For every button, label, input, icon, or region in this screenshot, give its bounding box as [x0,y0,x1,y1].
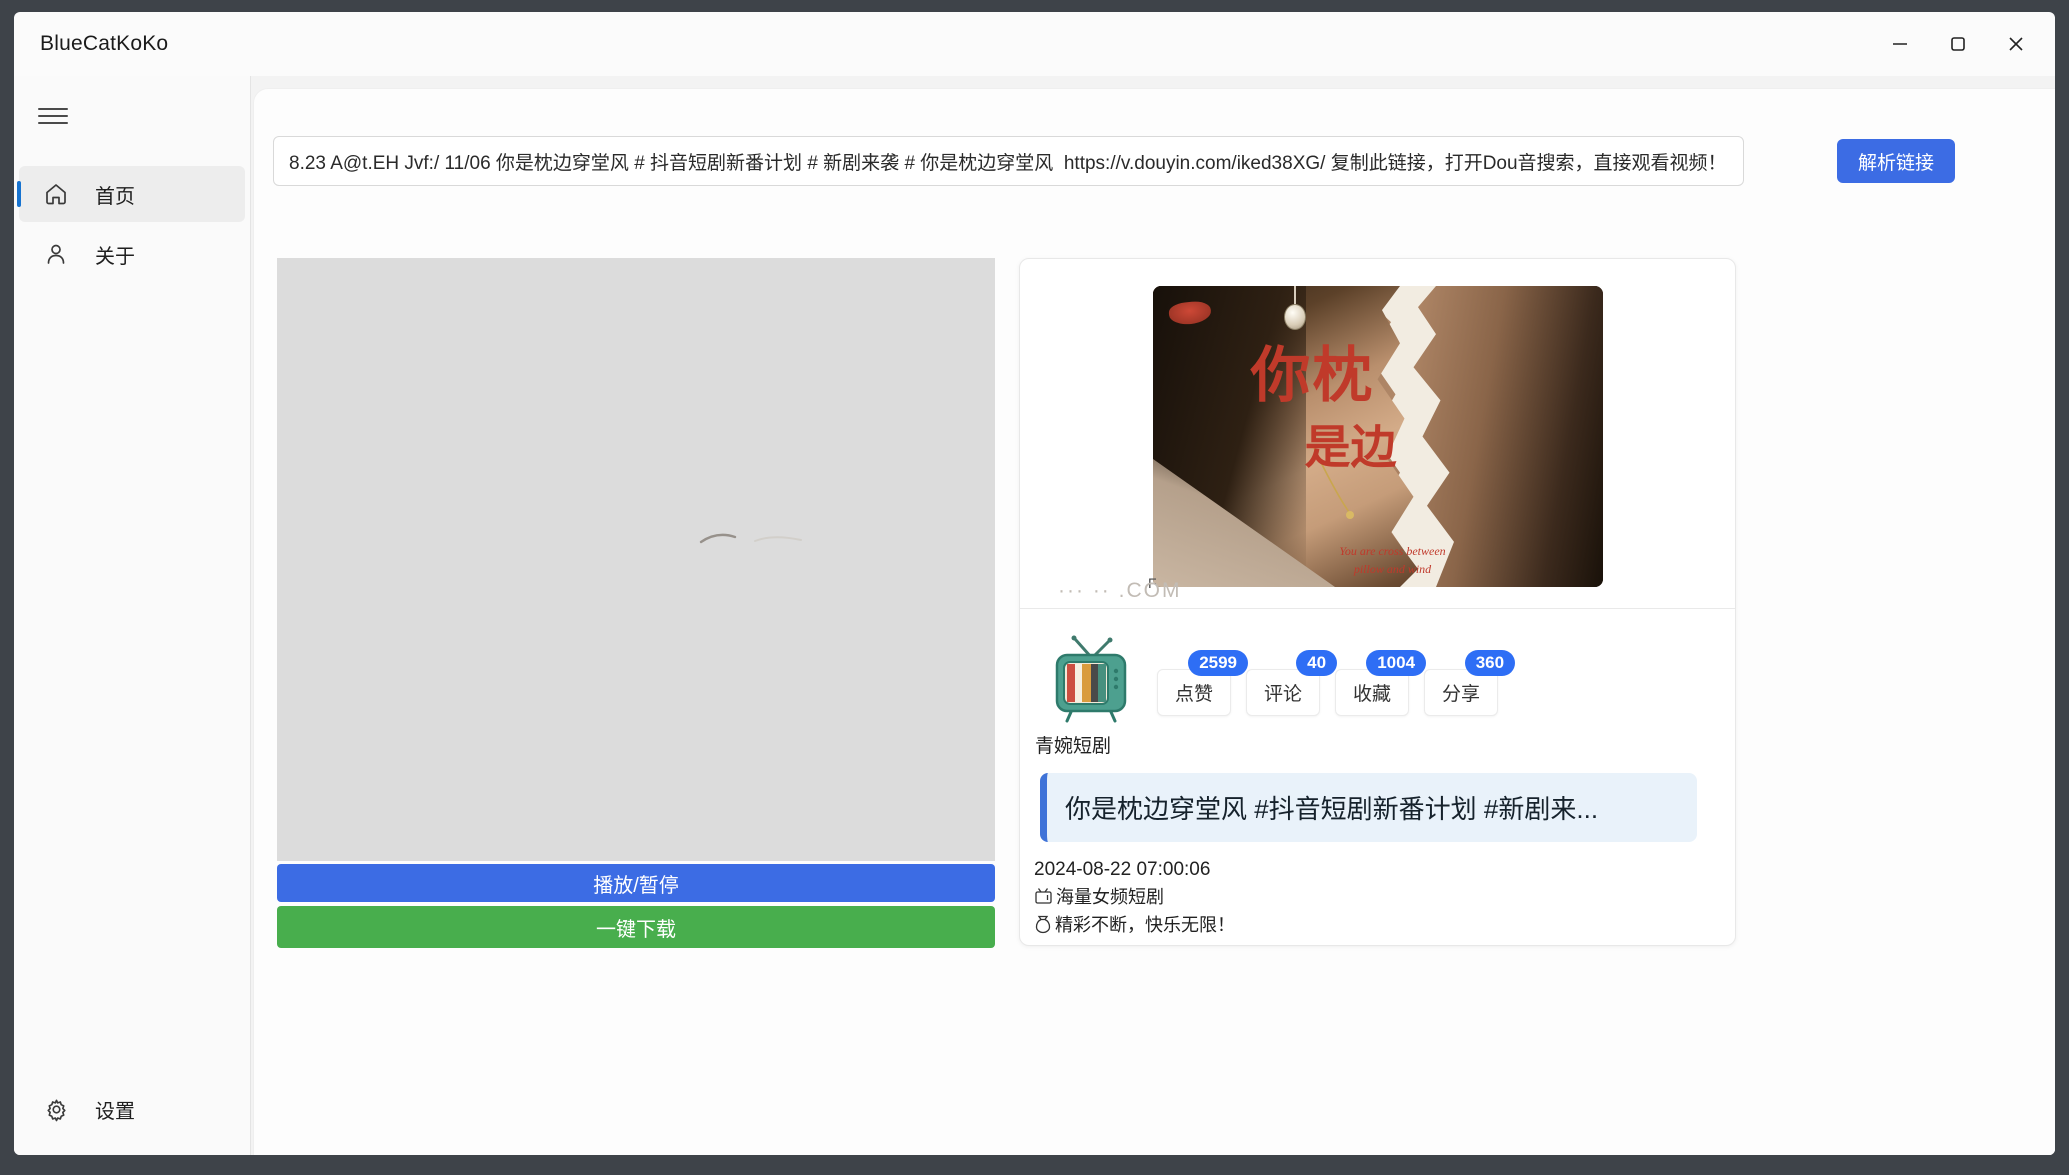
stat-likes[interactable]: 点赞 2599 [1157,669,1231,716]
minimize-button[interactable] [1871,24,1929,64]
likes-count-badge: 2599 [1188,650,1248,676]
video-info-card: 你枕 是边 You are cross between pillow and w… [1019,258,1736,946]
home-icon [43,181,69,207]
squiggle-mark [697,526,807,557]
person-icon [43,241,69,267]
video-cover-image[interactable]: 你枕 是边 You are cross between pillow and w… [1153,286,1603,587]
favorites-count-badge: 1004 [1366,650,1426,676]
signature-text: 精彩不断，快乐无限！ [1055,911,1235,937]
cover-wrap: 你枕 是边 You are cross between pillow and w… [1020,259,1735,587]
minimize-icon [1890,34,1910,54]
stat-shares[interactable]: 分享 360 [1424,669,1498,716]
close-button[interactable] [1987,24,2045,64]
app-title: BlueCatKoKo [40,32,168,56]
sidebar-item-home[interactable]: 首页 [19,166,245,222]
cover-caption-line2: pillow and wind [1303,560,1483,578]
signature-line-1: 海量女频短剧 [1034,883,1705,909]
stat-favorites[interactable]: 收藏 1004 [1335,669,1409,716]
cover-caption: You are cross between pillow and wind [1303,542,1483,578]
sidebar-item-settings[interactable]: 设置 [19,1081,245,1137]
sidebar-item-about[interactable]: 关于 [19,226,245,282]
play-pause-button[interactable]: 播放/暂停 [277,864,995,902]
maximize-icon [1948,34,1968,54]
author-avatar[interactable] [1051,635,1131,725]
video-info-section: 点赞 2599 评论 40 收藏 1004 [1020,609,1735,937]
author-name: 青婉短剧 [1035,731,1705,758]
window-controls [1871,24,2045,64]
shares-count-badge: 360 [1465,650,1515,676]
stats-row: 点赞 2599 评论 40 收藏 1004 [1157,669,1498,725]
cover-title-vertical-right: 是边 [1305,426,1397,469]
title-bar: BlueCatKoKo [14,12,2055,76]
sidebar-item-label: 首页 [95,180,135,209]
hamburger-menu-icon[interactable] [38,104,68,128]
active-indicator [17,181,21,207]
parse-row: 解析链接 [254,89,2055,186]
stat-comments[interactable]: 评论 40 [1246,669,1320,716]
gear-icon [43,1096,69,1122]
video-player-placeholder[interactable] [277,258,995,861]
stat-label: 点赞 [1175,684,1213,705]
parse-link-button[interactable]: 解析链接 [1837,139,1955,183]
app-window: BlueCatKoKo [14,12,2055,1155]
sidebar-item-label: 关于 [95,240,135,269]
stat-label: 分享 [1442,684,1480,705]
signature-line-2: 精彩不断，快乐无限！ [1034,911,1705,937]
cover-title-vertical-left: 你枕 [1251,348,1375,404]
share-link-input[interactable] [273,136,1744,186]
money-bag-icon [1034,915,1052,934]
player-column: 播放/暂停 一键下载 [277,258,995,948]
cover-watermark: ··· ·· .COM [1058,579,1181,603]
signature-text: 海量女频短剧 [1056,883,1164,909]
publish-time: 2024-08-22 07:00:06 [1034,859,1705,881]
sidebar-item-label: 设置 [95,1095,135,1124]
stat-label: 评论 [1264,684,1302,705]
cover-caption-line1: You are cross between [1303,542,1483,560]
tv-icon [1034,887,1053,906]
download-button[interactable]: 一键下载 [277,906,995,948]
maximize-button[interactable] [1929,24,1987,64]
sidebar: 首页 关于 [14,76,251,1155]
main-panel: 解析链接 播放/暂停 [254,89,2055,1155]
video-title-quote: 你是枕边穿堂风 #抖音短剧新番计划 #新剧来... [1040,773,1697,842]
main-area: 解析链接 播放/暂停 [251,76,2055,1155]
stat-label: 收藏 [1353,684,1391,705]
sidebar-nav: 首页 关于 [14,166,250,282]
close-icon [2006,34,2026,54]
comments-count-badge: 40 [1296,650,1337,676]
